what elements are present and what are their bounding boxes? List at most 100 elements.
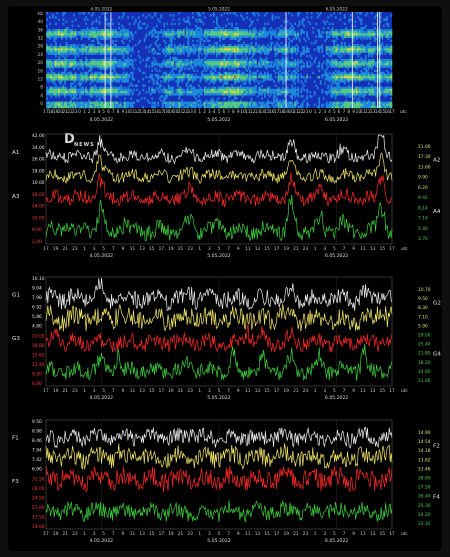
spectrogram-cell <box>310 63 313 66</box>
spectrogram-cell <box>155 61 158 64</box>
spectrogram-cell <box>199 14 202 17</box>
spectrogram-cell <box>178 71 181 75</box>
spectrogram-cell <box>191 12 194 15</box>
spectrogram-cell <box>152 78 155 81</box>
spectrogram-cell <box>95 99 98 102</box>
spectrogram-cell <box>160 99 163 102</box>
spectrogram-cell <box>360 20 363 23</box>
spectrogram-cell <box>249 24 251 28</box>
spectrogram-cell <box>106 67 108 70</box>
spectrogram-cell <box>173 52 176 55</box>
spectrogram-cell <box>214 67 217 70</box>
spectrogram-cell <box>155 24 158 28</box>
spectrogram-cell <box>137 41 140 45</box>
spectrogram-cell <box>202 44 205 47</box>
spectrogram-cell <box>151 31 154 34</box>
spectrogram-cell <box>182 71 185 75</box>
spectrogram-cell <box>178 80 181 83</box>
spectrogram-cell <box>82 67 84 70</box>
spectrogram-cell <box>73 97 75 100</box>
spectrogram-cell <box>145 16 148 19</box>
spectrogram-cell <box>154 29 157 32</box>
spectrogram-cell <box>270 48 272 51</box>
spectrogram-cell <box>370 12 373 15</box>
spectrogram-cell <box>318 99 321 102</box>
spectrogram-cell <box>300 90 303 94</box>
spectrogram-cell <box>252 54 254 58</box>
spectrogram-cell <box>194 78 197 81</box>
spectrogram-cell <box>199 86 202 90</box>
spectrogram-cell <box>74 44 77 47</box>
spectrogram-cell <box>294 90 297 94</box>
spectrogram-cell <box>199 41 202 45</box>
spectrogram-cell <box>274 29 277 32</box>
spectrogram-cell <box>223 56 226 60</box>
spectrogram-cell <box>139 39 142 43</box>
spectrogram-cell <box>191 29 194 32</box>
spectrogram-cell <box>167 84 170 87</box>
spectrogram-cell <box>367 67 370 70</box>
spectrogram-cell <box>303 48 306 51</box>
spectrogram-cell <box>74 56 77 60</box>
spectrogram-cell <box>215 41 218 45</box>
spectrogram-cell <box>77 54 80 58</box>
spectrogram-cell <box>65 54 68 58</box>
spectrogram-cell <box>331 26 334 30</box>
spectrogram-cell <box>190 58 193 62</box>
spectrogram-cell <box>370 67 373 70</box>
spectrogram-cell <box>187 18 190 21</box>
spectrogram-cell <box>95 86 98 90</box>
spectrogram-cell <box>157 88 160 92</box>
spectrogram-cell <box>85 86 87 90</box>
spectrogram-cell <box>200 71 203 75</box>
spectrogram-cell <box>238 39 241 43</box>
spectrogram-cell <box>327 52 330 55</box>
spectrogram-cell <box>115 39 117 43</box>
spectrogram-cell <box>154 14 157 17</box>
spectrogram-cell <box>79 12 81 15</box>
spectrogram-cell <box>256 69 259 73</box>
spectrogram-cell <box>328 80 331 83</box>
spectrogram-cell <box>92 80 95 83</box>
spectrogram-cell <box>253 14 256 17</box>
spectrogram-cell <box>261 97 263 100</box>
spectrogram-cell <box>98 41 101 45</box>
spectrogram-cell <box>176 84 179 87</box>
spectrogram-cell <box>331 82 334 85</box>
spectrogram-cell <box>95 20 98 23</box>
spectrogram-cell <box>170 44 173 47</box>
spectrogram-cell <box>76 93 78 96</box>
spectrogram-cell <box>255 58 257 62</box>
spectrogram-cell <box>256 80 259 83</box>
spectrogram-cell <box>219 67 221 70</box>
spectrogram-cell <box>139 20 142 23</box>
spectrogram-cell <box>80 37 83 41</box>
spectrogram-cell <box>143 37 146 41</box>
spectrogram-cell <box>65 41 68 45</box>
spectrogram-cell <box>140 26 143 30</box>
spectrogram-cell <box>264 93 266 96</box>
spectrogram-cell <box>92 20 95 23</box>
spectrogram-cell <box>363 95 366 98</box>
spectrogram-cell <box>280 24 283 28</box>
spectrogram-cell <box>205 99 208 102</box>
spectrogram-cell <box>139 56 142 60</box>
spectrogram-cell <box>235 56 238 60</box>
spectrogram-cell <box>277 58 280 62</box>
spectrogram-cell <box>62 14 65 17</box>
spectrogram-cell <box>295 71 298 75</box>
spectrogram-cell <box>327 65 330 68</box>
spectrogram-cell <box>312 71 315 75</box>
spectrogram-cell <box>160 16 163 19</box>
spectrogram-cell <box>303 37 306 41</box>
spectrogram-cell <box>155 86 158 90</box>
spectrogram-cell <box>208 39 211 43</box>
spectrogram-cell <box>244 54 247 58</box>
spectrogram-cell <box>215 44 218 47</box>
spectrogram-cell <box>319 33 322 36</box>
spectrogram-cell <box>321 88 324 92</box>
spectrogram-cell <box>357 16 360 19</box>
spectrogram-cell <box>343 52 346 55</box>
spectrogram-cell <box>223 67 226 70</box>
spectrogram-cell <box>313 103 316 107</box>
